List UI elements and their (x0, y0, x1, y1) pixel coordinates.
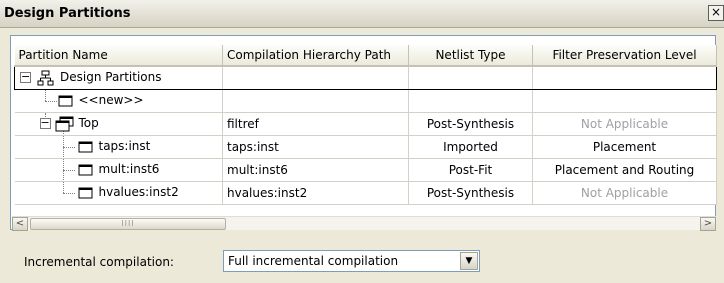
partition-icon (78, 141, 92, 152)
hierarchy-path-cell[interactable] (222, 65, 409, 90)
incremental-compilation-select[interactable]: Full incremental compilation ▼ (223, 250, 480, 272)
netlist-type-cell[interactable]: Post-Synthesis (408, 112, 533, 136)
table-row[interactable]: − Design Partitions (14, 65, 717, 90)
partition-name: Design Partitions (60, 70, 162, 84)
preservation-level-cell[interactable]: Not Applicable (532, 112, 717, 136)
table-row[interactable]: taps:inst taps:inst Imported Placement (14, 135, 717, 159)
tree-line (62, 192, 75, 194)
close-button[interactable]: × (708, 5, 724, 21)
scroll-right-button[interactable]: > (700, 217, 716, 231)
partition-name: hvalues:inst2 (98, 184, 179, 199)
incremental-compilation-label: Incremental compilation: (24, 255, 174, 269)
tree-line (62, 169, 75, 171)
partition-name-cell[interactable]: taps:inst (14, 135, 223, 159)
chevron-right-icon: > (703, 218, 713, 229)
chevron-left-icon: < (15, 218, 25, 229)
partition-name: <<new>> (78, 92, 144, 107)
partition-name: Top (78, 115, 99, 130)
netlist-type-cell[interactable] (408, 89, 533, 113)
horizontal-scrollbar[interactable]: < IIII > (12, 216, 716, 231)
tree-line (44, 89, 46, 101)
partition-name-cell[interactable]: − Design Partitions (14, 65, 223, 90)
preservation-level-cell[interactable]: Placement and Routing (532, 158, 717, 182)
preservation-level-cell[interactable]: Placement (532, 135, 717, 159)
table-row[interactable]: − Top filtref Post-Synthesis Not Applica… (14, 112, 717, 136)
close-icon: × (710, 5, 722, 19)
tree-line (62, 181, 64, 193)
scrollbar-thumb[interactable]: IIII (30, 218, 226, 230)
partition-name: mult:inst6 (98, 161, 160, 176)
preservation-level-cell[interactable] (532, 89, 717, 113)
table-row[interactable]: mult:inst6 mult:inst6 Post-Fit Placement… (14, 158, 717, 182)
preservation-level-cell[interactable]: Not Applicable (532, 181, 717, 205)
table-row[interactable]: <<new>> (14, 89, 717, 113)
chevron-down-icon[interactable]: ▼ (460, 252, 478, 270)
preservation-level-cell[interactable] (532, 65, 717, 90)
top-partition-icon (55, 116, 73, 131)
hierarchy-path-cell[interactable]: filtref (222, 112, 409, 136)
tree-line (44, 100, 57, 102)
partition-name-cell[interactable]: hvalues:inst2 (14, 181, 223, 205)
netlist-type-cell[interactable]: Imported (408, 135, 533, 159)
partition-icon (78, 164, 92, 175)
partition-name-cell[interactable]: − Top (14, 112, 223, 136)
table-row[interactable]: hvalues:inst2 hvalues:inst2 Post-Synthes… (14, 181, 717, 205)
collapse-toggle[interactable]: − (39, 117, 51, 129)
table-header: Partition Name Compilation Hierarchy Pat… (14, 45, 717, 67)
column-header-netlist-type[interactable]: Netlist Type (408, 45, 533, 67)
netlist-type-cell[interactable] (408, 65, 533, 90)
partition-name: taps:inst (98, 138, 151, 153)
partition-name-cell[interactable]: mult:inst6 (14, 158, 223, 182)
hierarchy-icon (37, 70, 54, 86)
partition-name-cell[interactable]: <<new>> (14, 89, 223, 113)
netlist-type-cell[interactable]: Post-Fit (408, 158, 533, 182)
collapse-toggle[interactable]: − (20, 71, 31, 83)
column-header-partition-name[interactable]: Partition Name (14, 45, 223, 67)
grip-icon: IIII (121, 219, 135, 228)
title-bar: Design Partitions × (0, 0, 724, 28)
scroll-left-button[interactable]: < (12, 217, 28, 231)
hierarchy-path-cell[interactable]: taps:inst (222, 135, 409, 159)
window-title: Design Partitions (4, 6, 131, 21)
hierarchy-path-cell[interactable]: hvalues:inst2 (222, 181, 409, 205)
hierarchy-path-cell[interactable] (222, 89, 409, 113)
netlist-type-cell[interactable]: Post-Synthesis (408, 181, 533, 205)
column-header-preservation-level[interactable]: Filter Preservation Level (532, 45, 717, 67)
column-header-hierarchy-path[interactable]: Compilation Hierarchy Path (222, 45, 409, 67)
select-value: Full incremental compilation (228, 254, 399, 268)
hierarchy-path-cell[interactable]: mult:inst6 (222, 158, 409, 182)
tree-line (62, 146, 75, 148)
partitions-table: Partition Name Compilation Hierarchy Pat… (14, 45, 717, 205)
partition-icon (78, 187, 92, 198)
partition-icon (58, 95, 72, 106)
